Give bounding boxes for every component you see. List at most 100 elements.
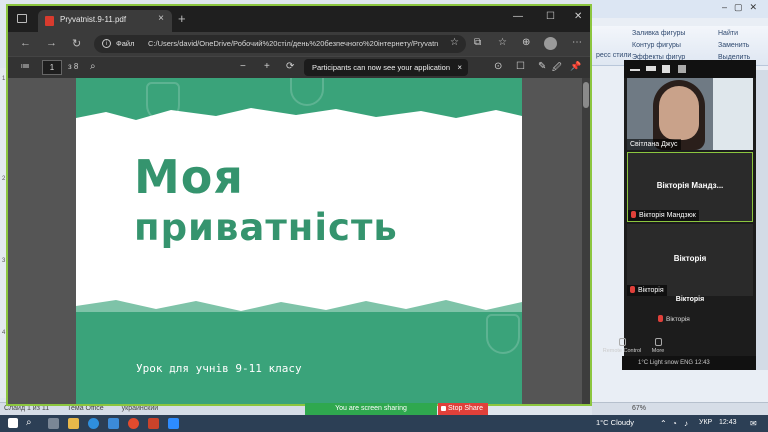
participant-display-name: Вікторія Мандз... bbox=[656, 181, 724, 190]
stop-share-button[interactable]: Stop Share bbox=[438, 403, 488, 415]
more-icon bbox=[654, 338, 662, 346]
powerpoint-icon[interactable] bbox=[148, 418, 159, 429]
page-number-input[interactable]: 1 bbox=[42, 60, 62, 75]
participant-display-name: Вікторія bbox=[673, 254, 707, 263]
browser-tab-pdf[interactable]: Pryvatnist.9-11.pdf × bbox=[38, 10, 172, 32]
new-tab-button[interactable]: + bbox=[178, 11, 186, 26]
favorites-icon[interactable]: ☆ bbox=[498, 37, 507, 48]
participant-tile[interactable]: Вікторія Вікторія bbox=[627, 224, 753, 296]
status-language[interactable]: украинский bbox=[122, 405, 159, 412]
edge-icon[interactable] bbox=[88, 418, 99, 429]
search-icon[interactable]: ⌕ bbox=[90, 61, 96, 72]
pdf-slide-page: Моя приватність Урок для учнів 9-11 клас… bbox=[76, 78, 522, 404]
pin-icon[interactable]: 📌 bbox=[570, 61, 581, 72]
profile-avatar-icon[interactable] bbox=[544, 37, 557, 50]
participant-name-label: Вікторія bbox=[658, 315, 690, 323]
windows-taskbar: ⌕ 1°C Cloudy ⌃ ◔ ♪ УКР 12:43 ✉ bbox=[0, 415, 768, 432]
page-total: з 8 bbox=[68, 62, 79, 71]
pdf-toolbar: ≔ 1 з 8 ⌕ − + ⟳ Participants can now see… bbox=[8, 56, 590, 78]
weather-widget[interactable]: 1°C Cloudy bbox=[596, 418, 634, 427]
ruler-number: 3 bbox=[2, 258, 6, 264]
grid-view-icon[interactable] bbox=[678, 65, 686, 73]
file-explorer-icon[interactable] bbox=[68, 418, 79, 429]
pdf-viewport[interactable]: Моя приватність Урок для учнів 9-11 клас… bbox=[8, 78, 590, 404]
minimize-video-icon[interactable] bbox=[630, 69, 640, 71]
notification-text: Participants can now see your applicatio… bbox=[312, 63, 450, 72]
close-window-button[interactable]: ✕ bbox=[574, 11, 582, 22]
maximize-button[interactable]: ☐ bbox=[546, 11, 555, 22]
mic-muted-icon bbox=[658, 315, 663, 322]
sharing-status[interactable]: You are screen sharing bbox=[305, 403, 437, 415]
notification-close-icon[interactable]: × bbox=[457, 59, 462, 76]
rotate-icon[interactable]: ⟳ bbox=[286, 61, 294, 72]
draw-icon[interactable]: ✎ bbox=[538, 61, 546, 72]
url-field[interactable]: i Файл C:/Users/david/OneDrive/Робочий%2… bbox=[94, 35, 466, 53]
gallery-view-icon[interactable] bbox=[662, 65, 670, 73]
notifications-icon[interactable]: ✉ bbox=[750, 419, 757, 428]
more-button[interactable]: More bbox=[638, 338, 678, 354]
clock[interactable]: 12:43 bbox=[719, 419, 737, 426]
ruler-number: 2 bbox=[2, 176, 6, 182]
tab-title: Pryvatnist.9-11.pdf bbox=[60, 15, 127, 24]
scrollbar-thumb[interactable] bbox=[583, 82, 589, 108]
url-text[interactable]: C:/Users/david/OneDrive/Робочий%20стіл/д… bbox=[148, 39, 438, 48]
tab-close-icon[interactable]: × bbox=[158, 13, 164, 24]
collections-icon[interactable]: ⊕ bbox=[522, 37, 530, 48]
minimize-button[interactable]: — bbox=[513, 11, 523, 22]
split-screen-icon[interactable]: ⧉ bbox=[474, 37, 481, 48]
tab-actions-icon[interactable] bbox=[17, 14, 27, 23]
vertical-scrollbar[interactable] bbox=[582, 78, 590, 404]
slide-title-line-1: Моя bbox=[134, 150, 244, 204]
edit-icon[interactable]: 🖉 bbox=[552, 60, 562, 76]
participant-display-name: Вікторія bbox=[675, 296, 705, 303]
participant-face bbox=[659, 86, 699, 140]
powerpoint-window-controls[interactable]: –▢✕ bbox=[722, 2, 764, 13]
store-icon[interactable] bbox=[108, 418, 119, 429]
participant-video-tile[interactable]: Світлана Джус bbox=[627, 78, 753, 150]
mic-muted-icon bbox=[631, 211, 636, 218]
ribbon-find[interactable]: Найти bbox=[718, 30, 738, 37]
zoom-mini-status: 1°C Light snow ENG 12:43 bbox=[622, 356, 756, 370]
pdf-file-icon bbox=[45, 16, 54, 26]
participant-tile-active-speaker[interactable]: Вікторія Мандз... Вікторія Мандзюк bbox=[627, 152, 753, 222]
status-theme: Тема Office bbox=[67, 405, 104, 412]
participant-name-label: Вікторія bbox=[627, 285, 667, 296]
ribbon-shape-outline[interactable]: Контур фигуры bbox=[632, 42, 681, 49]
edge-titlebar: Pryvatnist.9-11.pdf × + — ☐ ✕ bbox=[8, 6, 590, 32]
opera-icon[interactable] bbox=[128, 418, 139, 429]
powerpoint-titlebar: –▢✕ bbox=[592, 0, 768, 18]
volume-icon[interactable]: ♪ bbox=[684, 419, 688, 428]
zoom-app-icon[interactable] bbox=[168, 418, 179, 429]
desktop-screen: –▢✕ Заливка фигуры Контур фигуры Эффекты… bbox=[0, 0, 768, 432]
contents-icon[interactable]: ≔ bbox=[20, 61, 30, 72]
status-zoom-percent[interactable]: 67% bbox=[632, 405, 646, 412]
camera-background-window bbox=[713, 78, 753, 150]
network-icon[interactable]: ◔ bbox=[672, 419, 677, 428]
refresh-button[interactable]: ↻ bbox=[72, 37, 81, 50]
ribbon-replace[interactable]: Заменить bbox=[718, 42, 749, 49]
more-menu-icon[interactable]: ⋯ bbox=[572, 37, 582, 48]
mic-muted-icon bbox=[630, 286, 635, 293]
ribbon-express-styles[interactable]: ресс стили bbox=[596, 52, 631, 59]
remote-control-button[interactable]: Remote Control bbox=[602, 338, 642, 354]
task-view-icon[interactable] bbox=[48, 418, 59, 429]
ribbon-shape-fill[interactable]: Заливка фигуры bbox=[632, 30, 685, 37]
favorite-star-icon[interactable]: ☆ bbox=[450, 37, 459, 48]
input-language[interactable]: УКР bbox=[699, 419, 712, 426]
forward-button[interactable]: → bbox=[46, 37, 57, 49]
read-aloud-icon[interactable]: ⊙ bbox=[494, 61, 502, 72]
zoom-in-button[interactable]: + bbox=[264, 61, 270, 72]
site-info-icon[interactable]: i bbox=[102, 39, 111, 48]
remote-control-icon bbox=[618, 338, 626, 346]
tray-overflow-icon[interactable]: ⌃ bbox=[660, 419, 667, 428]
url-scheme-label: Файл bbox=[116, 39, 135, 48]
shield-icon bbox=[486, 314, 520, 354]
ruler-number: 1 bbox=[2, 76, 6, 82]
zoom-out-button[interactable]: − bbox=[240, 61, 246, 72]
search-icon[interactable]: ⌕ bbox=[26, 417, 32, 428]
speaker-view-icon[interactable] bbox=[646, 66, 656, 71]
zoom-video-panel: Світлана Джус Вікторія Мандз... Вікторія… bbox=[603, 60, 756, 362]
page-view-icon[interactable]: ☐ bbox=[516, 61, 525, 72]
back-button[interactable]: ← bbox=[20, 37, 31, 49]
windows-start-icon[interactable] bbox=[8, 418, 18, 428]
